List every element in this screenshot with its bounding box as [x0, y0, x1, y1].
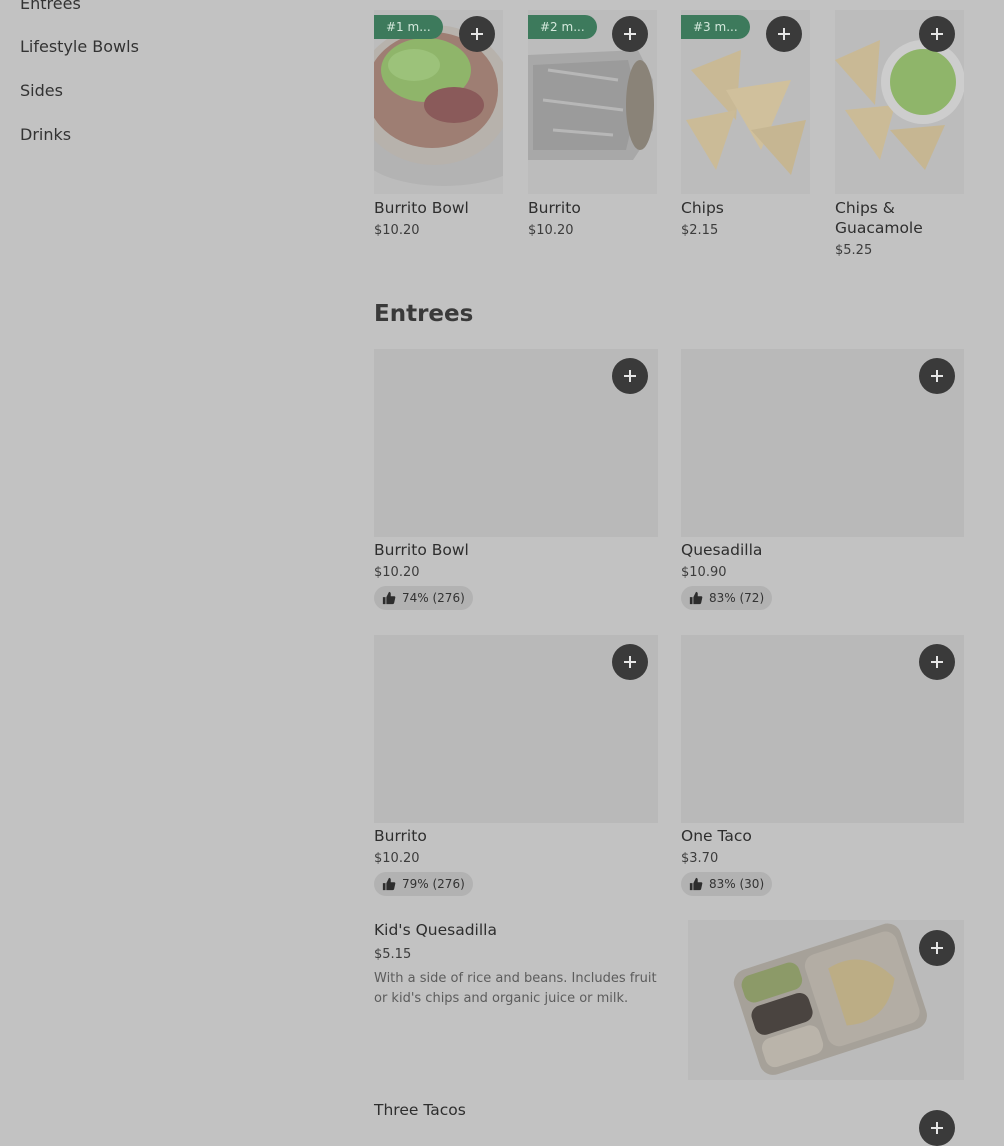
item-name: Burrito Bowl [374, 541, 469, 559]
add-icon[interactable] [612, 16, 648, 52]
rank-badge: #2 m... [528, 15, 597, 39]
rating-badge: 83% (72) [681, 586, 773, 610]
item-price: $10.20 [374, 223, 420, 238]
add-icon[interactable] [612, 358, 648, 394]
item-price: $10.20 [374, 565, 420, 580]
thumbs-up-icon [382, 877, 396, 891]
add-icon[interactable] [919, 358, 955, 394]
thumbs-up-icon [382, 591, 396, 605]
rating-badge: 83% (30) [681, 872, 773, 896]
item-price: $5.25 [835, 243, 873, 258]
item-price: $10.90 [681, 565, 727, 580]
item-name: One Taco [681, 827, 752, 845]
rating-badge: 79% (276) [374, 872, 473, 896]
add-icon[interactable] [919, 930, 955, 966]
item-price: $2.15 [681, 223, 719, 238]
item-name: Chips & Guacamole [835, 199, 923, 237]
thumbs-up-icon [689, 591, 703, 605]
sidebar-item-sides[interactable]: Sides [20, 81, 63, 100]
rating-text: 79% (276) [402, 877, 465, 891]
item-name: Kid's Quesadilla [374, 921, 497, 939]
item-price: $3.70 [681, 851, 719, 866]
item-name: Burrito [374, 827, 427, 845]
section-title-entrees: Entrees [374, 301, 474, 327]
item-name: Burrito [528, 199, 581, 217]
item-price: $10.20 [528, 223, 574, 238]
item-name: Burrito Bowl [374, 199, 469, 217]
add-icon[interactable] [459, 16, 495, 52]
item-name: Quesadilla [681, 541, 763, 559]
rank-badge: #1 m... [374, 15, 443, 39]
add-icon[interactable] [919, 16, 955, 52]
thumbs-up-icon [689, 877, 703, 891]
item-name: Chips [681, 199, 724, 217]
sidebar-item-lifestyle-bowls[interactable]: Lifestyle Bowls [20, 37, 139, 56]
item-description: With a side of rice and beans. Includes … [374, 971, 657, 1006]
add-icon[interactable] [612, 644, 648, 680]
item-name: Three Tacos [374, 1101, 466, 1119]
rating-text: 83% (72) [709, 591, 765, 605]
sidebar-item-entrees[interactable]: Entrees [20, 0, 81, 13]
add-icon[interactable] [919, 644, 955, 680]
item-price: $5.15 [374, 947, 412, 962]
rating-badge: 74% (276) [374, 586, 473, 610]
rank-badge: #3 m... [681, 15, 750, 39]
item-price: $10.20 [374, 851, 420, 866]
rating-text: 83% (30) [709, 877, 765, 891]
rating-text: 74% (276) [402, 591, 465, 605]
sidebar-item-drinks[interactable]: Drinks [20, 125, 71, 144]
add-icon[interactable] [919, 1110, 955, 1146]
add-icon[interactable] [766, 16, 802, 52]
